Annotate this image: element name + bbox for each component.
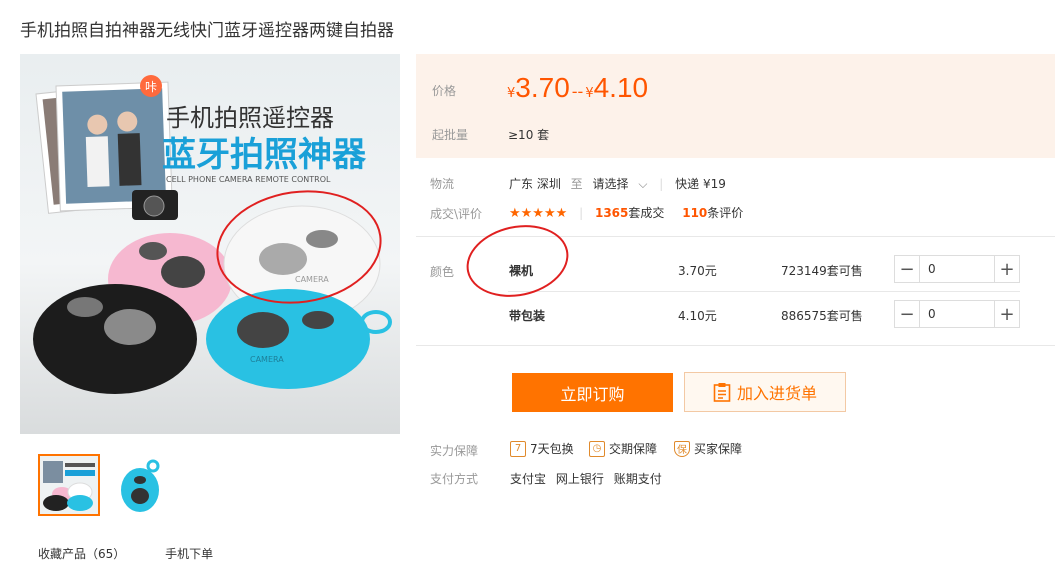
buy-now-button[interactable]: 立即订购 — [512, 373, 673, 412]
review-unit: 条评价 — [707, 206, 744, 220]
quantity-input[interactable]: 0 — [920, 256, 994, 282]
quantity-stepper[interactable]: − 0 + — [894, 300, 1020, 328]
divider — [416, 345, 1055, 346]
guarantee-item[interactable]: 保 买家保障 — [674, 440, 742, 457]
review-count[interactable]: 110 — [682, 206, 707, 220]
logistics-divider: | — [659, 177, 664, 191]
guarantee-item-label: 买家保障 — [694, 442, 743, 456]
color-label: 颜色 — [430, 265, 455, 279]
minus-button[interactable]: − — [895, 301, 920, 327]
sku-stock: 886575套可售 — [781, 309, 863, 323]
mobile-order-link[interactable]: 手机下单 — [165, 547, 213, 561]
thumbnail-2[interactable] — [110, 454, 172, 516]
annotation-circle-sku — [459, 216, 576, 306]
add-to-cart-button[interactable]: 加入进货单 — [684, 372, 846, 412]
destination-select[interactable]: 请选择 ⌵ — [593, 177, 648, 191]
logistics-row: 广东 深圳 至 请选择 ⌵ | 快递 ¥19 — [509, 175, 726, 192]
reviews-divider: | — [579, 206, 584, 220]
logistics-fee: ¥19 — [703, 177, 726, 191]
add-to-cart-label: 加入进货单 — [736, 384, 817, 403]
price-high: 4.10 — [593, 72, 649, 103]
minus-button[interactable]: − — [895, 256, 920, 282]
guarantee-item[interactable]: 7 7天包换 — [510, 440, 574, 457]
quantity-stepper[interactable]: − 0 + — [894, 255, 1020, 283]
plus-button[interactable]: + — [994, 256, 1019, 282]
sku-name: 带包装 — [509, 309, 546, 323]
plus-button[interactable]: + — [994, 301, 1019, 327]
shield-icon: 保 — [674, 440, 690, 457]
guarantee-item-label: 7天包换 — [530, 442, 574, 456]
reviews-label: 成交\评价 — [430, 207, 483, 221]
price-range-sep: -- — [571, 82, 584, 101]
product-title: 手机拍照自拍神器无线快门蓝牙遥控器两键自拍器 — [20, 21, 394, 41]
banner-sub: CELL PHONE CAMERA REMOTE CONTROL — [166, 175, 331, 184]
currency-high: ¥ — [585, 86, 594, 101]
delivery-guarantee-icon: ◷ — [589, 440, 605, 457]
price-low: 3.70 — [515, 72, 570, 103]
favorite-link[interactable]: 收藏产品（65） — [38, 547, 125, 561]
banner-line1: 手机拍照遥控器 — [166, 104, 334, 132]
badge-text: 咔 — [145, 80, 157, 94]
payment-method: 网上银行 — [555, 472, 604, 486]
reviews-row: ★★★★★ | 1365套成交 110条评价 — [509, 204, 743, 221]
sold-unit: 套成交 — [628, 206, 665, 220]
rating-stars-icon: ★★★★★ — [509, 206, 568, 221]
payment-method: 账期支付 — [613, 472, 662, 486]
guarantee-item-label: 交期保障 — [609, 442, 658, 456]
banner-line2: 蓝牙拍照神器 — [162, 135, 367, 175]
moq-value: ≥10 套 — [508, 128, 550, 142]
destination-select-value: 请选择 — [592, 177, 629, 191]
sku-stock: 723149套可售 — [781, 264, 863, 278]
logistics-to: 至 — [570, 177, 583, 191]
sku-price: 3.70元 — [678, 264, 717, 278]
price-label: 价格 — [432, 84, 457, 98]
sku-price: 4.10元 — [678, 309, 717, 323]
divider — [508, 291, 1020, 292]
payment-label: 支付方式 — [430, 472, 479, 486]
quantity-input[interactable]: 0 — [920, 301, 994, 327]
thumbnail-1[interactable] — [38, 454, 100, 516]
seven-day-icon: 7 — [510, 440, 526, 457]
blue-remote-label: CAMERA — [250, 355, 284, 364]
sold-count[interactable]: 1365 — [595, 206, 628, 220]
payment-method: 支付宝 — [510, 472, 547, 486]
clipboard-icon — [713, 383, 731, 402]
price-range: ¥3.70 -- ¥4.10 — [507, 72, 648, 104]
logistics-method: 快递 — [675, 177, 700, 191]
guarantee-item[interactable]: ◷ 交期保障 — [589, 440, 657, 457]
guarantee-label: 实力保障 — [430, 444, 479, 458]
main-product-image[interactable]: 咔 手机拍照遥控器 蓝牙拍照神器 CELL PHONE CAMERA REMOT… — [20, 54, 400, 434]
chevron-down-icon: ⌵ — [638, 177, 648, 191]
payment-methods: 支付宝 网上银行 账期支付 — [510, 470, 662, 487]
logistics-label: 物流 — [430, 177, 455, 191]
moq-label: 起批量 — [432, 128, 469, 142]
logistics-origin: 广东 深圳 — [509, 177, 561, 191]
